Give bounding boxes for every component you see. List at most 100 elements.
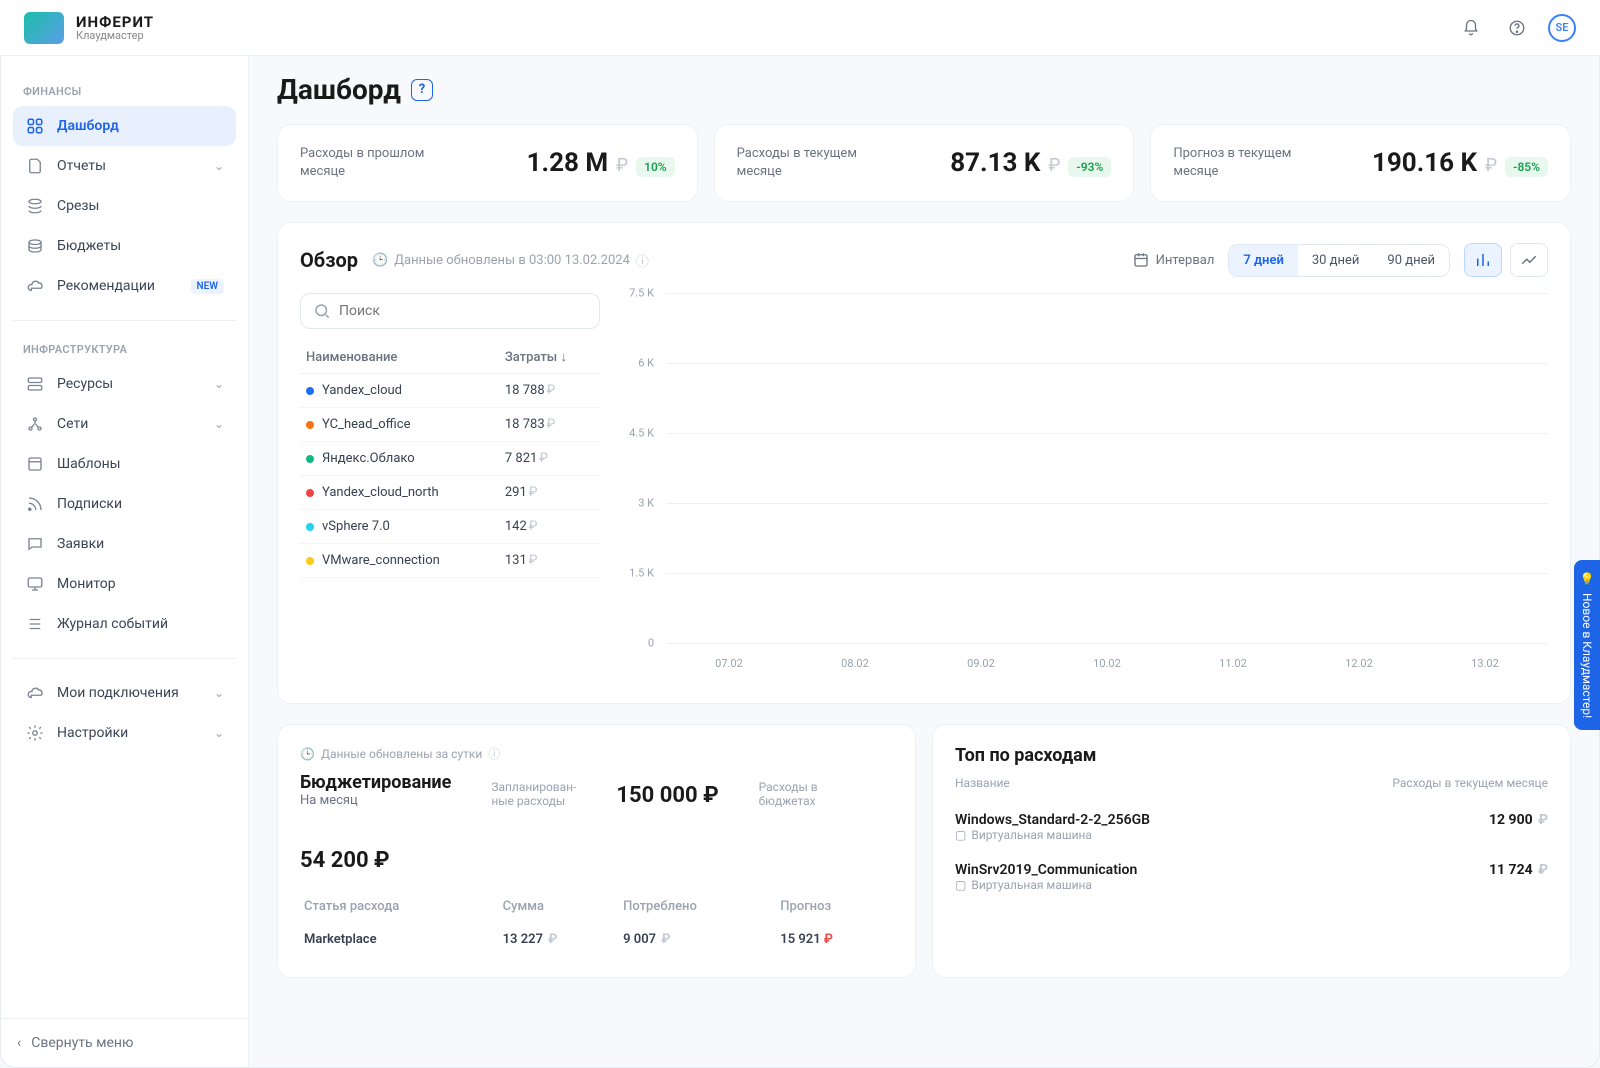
help-icon[interactable]: ⓘ: [636, 251, 649, 270]
data-updated-label: 🕒 Данные обновлены в 03:00 13.02.2024 ⓘ: [372, 251, 649, 270]
brand-name: ИНФЕРИТ: [76, 15, 154, 30]
sidebar-item-recommendations[interactable]: Рекомендации NEW: [13, 266, 236, 306]
chevron-down-icon: ⌄: [214, 726, 224, 740]
x-tick: 12.02: [1345, 657, 1373, 670]
bar-chart-mode-button[interactable]: [1464, 243, 1502, 277]
chat-icon: [25, 534, 45, 554]
card-label: Расходы в прошлом месяце: [300, 145, 440, 181]
sidebar-section-finances: ФИНАНСЫ: [13, 77, 236, 106]
search-input-wrapper[interactable]: [300, 293, 600, 329]
new-badge: NEW: [191, 279, 225, 294]
inbudget-value: 54 200 ₽: [300, 848, 390, 873]
sidebar-item-networks[interactable]: Сети⌄: [13, 404, 236, 444]
sidebar-item-label: Срезы: [57, 198, 99, 214]
overview-title: Обзор: [300, 248, 358, 272]
sidebar-item-dashboard[interactable]: Дашборд: [13, 106, 236, 146]
line-chart-mode-button[interactable]: [1510, 243, 1548, 277]
legend-row[interactable]: Yandex_cloud 18 788₽: [300, 374, 600, 408]
card-label: Прогноз в текущем месяце: [1173, 145, 1313, 181]
sidebar-item-label: Настройки: [57, 725, 128, 741]
avatar[interactable]: SE: [1548, 14, 1576, 42]
brand-sub: Клаудмастер: [76, 30, 154, 41]
sidebar-item-label: Ресурсы: [57, 376, 113, 392]
sidebar-item-label: Отчеты: [57, 158, 106, 174]
budget-updated: 🕒Данные обновлены за сутки ⓘ: [300, 745, 893, 762]
layers-icon: [25, 196, 45, 216]
list-icon: [25, 614, 45, 634]
card-label: Расходы в текущем месяце: [737, 145, 877, 181]
summary-card: Прогноз в текущем месяце 190.16 K ₽ -85%: [1150, 124, 1571, 202]
grid-icon: [25, 116, 45, 136]
sidebar-item-subscriptions[interactable]: Подписки: [13, 484, 236, 524]
color-dot: [306, 455, 314, 463]
chevron-down-icon: ⌄: [214, 377, 224, 391]
card-pct: -85%: [1505, 157, 1548, 177]
search-input[interactable]: [339, 303, 587, 319]
top-expense-item[interactable]: Windows_Standard-2-2_256GB ▢Виртуальная …: [955, 802, 1548, 852]
budget-row[interactable]: Marketplace 13 227 ₽ 9 007 ₽ 15 921 ₽: [300, 922, 893, 957]
th-forecast: Прогноз: [776, 891, 893, 922]
sidebar-item-templates[interactable]: Шаблоны: [13, 444, 236, 484]
th-used: Потреблено: [619, 891, 776, 922]
x-tick: 10.02: [1093, 657, 1121, 670]
x-tick: 11.02: [1219, 657, 1247, 670]
collapse-menu-button[interactable]: ‹ Свернуть меню: [17, 1035, 232, 1051]
color-dot: [306, 557, 314, 565]
logo[interactable]: ИНФЕРИТ Клаудмастер: [24, 12, 154, 44]
ruble-icon: ₽: [616, 155, 628, 176]
sidebar-item-connections[interactable]: Мои подключения⌄: [13, 673, 236, 713]
sidebar-item-events[interactable]: Журнал событий: [13, 604, 236, 644]
th-sum: Сумма: [499, 891, 620, 922]
card-pct: 10%: [636, 157, 675, 177]
sidebar-item-reports[interactable]: Отчеты ⌄: [13, 146, 236, 186]
whats-new-button[interactable]: 💡Новое в Клаудмастер!: [1574, 560, 1600, 730]
interval-option[interactable]: 7 дней: [1229, 245, 1298, 276]
help-badge-icon[interactable]: ?: [411, 79, 433, 101]
sidebar-section-infra: ИНФРАСТРУКТУРА: [13, 335, 236, 364]
sidebar-item-label: Монитор: [57, 576, 116, 592]
page-title: Дашборд: [277, 73, 401, 106]
legend-row[interactable]: Яндекс.Облако 7 821₽: [300, 442, 600, 476]
sidebar-item-label: Рекомендации: [57, 278, 155, 294]
sidebar-item-label: Дашборд: [57, 118, 119, 134]
monitor-icon: [25, 574, 45, 594]
chevron-down-icon: ⌄: [214, 159, 224, 173]
top-col-cost: Расходы в текущем месяце: [1392, 776, 1548, 790]
interval-option[interactable]: 90 дней: [1373, 245, 1449, 276]
th-name[interactable]: Наименование: [300, 341, 499, 374]
summary-card: Расходы в текущем месяце 87.13 K ₽ -93%: [714, 124, 1135, 202]
legend-row[interactable]: YC_head_office 18 783₽: [300, 408, 600, 442]
vm-icon: ▢: [955, 828, 966, 842]
chevron-down-icon: ⌄: [214, 686, 224, 700]
sidebar-item-slices[interactable]: Срезы: [13, 186, 236, 226]
sidebar-item-tickets[interactable]: Заявки: [13, 524, 236, 564]
x-tick: 09.02: [967, 657, 995, 670]
collapse-label: Свернуть меню: [31, 1035, 133, 1051]
help-icon[interactable]: ⓘ: [488, 745, 500, 762]
sidebar-item-settings[interactable]: Настройки ⌄: [13, 713, 236, 753]
template-icon: [25, 454, 45, 474]
legend-row[interactable]: Yandex_cloud_north 291₽: [300, 476, 600, 510]
legend-row[interactable]: vSphere 7.0 142₽: [300, 510, 600, 544]
sidebar-item-resources[interactable]: Ресурсы ⌄: [13, 364, 236, 404]
sidebar-item-label: Заявки: [57, 536, 104, 552]
sidebar-item-budgets[interactable]: Бюджеты: [13, 226, 236, 266]
card-value: 87.13 K: [950, 148, 1040, 178]
legend-row[interactable]: VMware_connection 131₽: [300, 544, 600, 578]
coins-icon: [25, 236, 45, 256]
interval-segmented: 7 дней30 дней90 дней: [1228, 244, 1450, 277]
top-expense-item[interactable]: WinSrv2019_Communication ▢Виртуальная ма…: [955, 852, 1548, 902]
bell-icon[interactable]: [1456, 13, 1486, 43]
chevron-left-icon: ‹: [17, 1035, 21, 1051]
interval-option[interactable]: 30 дней: [1298, 245, 1374, 276]
ruble-icon: ₽: [1485, 155, 1497, 176]
clock-icon: 🕒: [300, 747, 315, 761]
search-icon: [313, 302, 331, 320]
th-cost[interactable]: Затраты ↓: [499, 341, 600, 374]
sidebar-item-label: Шаблоны: [57, 456, 121, 472]
top-col-name: Название: [955, 776, 1010, 790]
budget-title: Бюджетирование: [300, 772, 451, 793]
clock-icon: 🕒: [372, 253, 388, 268]
help-icon[interactable]: [1502, 13, 1532, 43]
sidebar-item-monitor[interactable]: Монитор: [13, 564, 236, 604]
